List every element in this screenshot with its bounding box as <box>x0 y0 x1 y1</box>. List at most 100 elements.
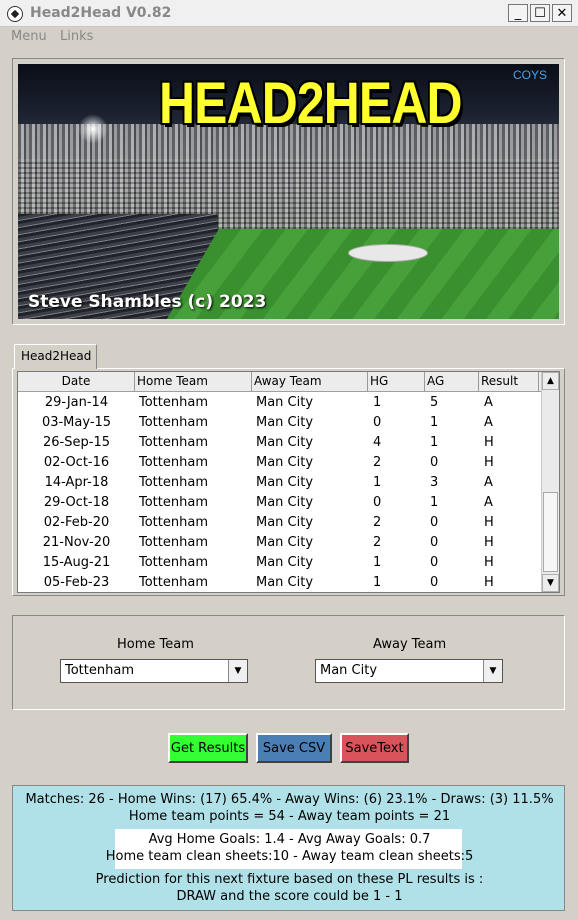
cell-date: 02-Oct-16 <box>43 455 110 470</box>
table-row[interactable]: 02-Oct-16 Tottenham Man City 2 0 H <box>18 453 541 473</box>
cell-result: A <box>484 495 493 510</box>
cell-hg: 4 <box>373 435 382 450</box>
home-team-value: Tottenham <box>65 663 134 678</box>
floodlight <box>78 114 108 144</box>
table-row[interactable]: 29-Jan-14 Tottenham Man City 1 5 A <box>18 393 541 413</box>
cell-away-team: Man City <box>256 395 314 410</box>
table-body: 29-Jan-14 Tottenham Man City 1 5 A 03-May-15 To… <box>18 393 541 593</box>
cell-date: 14-Apr-18 <box>44 475 109 490</box>
close-icon[interactable]: ✕ <box>552 4 572 22</box>
menu-item-menu[interactable]: Menu <box>11 29 47 44</box>
cell-ag: 1 <box>430 415 439 430</box>
cell-hg: 0 <box>373 415 382 430</box>
results-avg-goals: Avg Home Goals: 1.4 - Avg Away Goals: 0.… <box>148 832 431 847</box>
column-header-result[interactable]: Result <box>479 372 539 392</box>
cell-home-team: Tottenham <box>139 575 208 590</box>
banner-frame: HEAD2HEAD COYS Steve Shambles (c) 2023 <box>12 58 565 325</box>
cell-date: 21-Nov-20 <box>42 535 111 550</box>
away-team-label: Away Team <box>373 637 447 652</box>
chevron-down-icon[interactable]: ▼ <box>228 660 247 682</box>
results-panel: Matches: 26 - Home Wins: (17) 65.4% - Aw… <box>12 785 565 911</box>
center-circle-banner <box>348 244 428 262</box>
banner-credit: Steve Shambles (c) 2023 <box>28 292 267 312</box>
cell-away-team: Man City <box>256 435 314 450</box>
column-header-home-team[interactable]: Home Team <box>135 372 252 392</box>
results-summary: Matches: 26 - Home Wins: (17) 65.4% - Aw… <box>25 792 554 807</box>
cell-away-team: Man City <box>256 475 314 490</box>
home-team-label: Home Team <box>117 637 194 652</box>
table-row[interactable]: 15-Aug-21 Tottenham Man City 1 0 H <box>18 553 541 573</box>
cell-home-team: Tottenham <box>139 455 208 470</box>
scroll-down-icon[interactable]: ▼ <box>542 574 559 592</box>
away-team-value: Man City <box>320 663 378 678</box>
cell-ag: 3 <box>430 475 439 490</box>
stadium-banner-image: HEAD2HEAD COYS Steve Shambles (c) 2023 <box>18 64 559 319</box>
cell-date: 15-Aug-21 <box>42 555 111 570</box>
cell-hg: 0 <box>373 495 382 510</box>
cell-hg: 1 <box>373 575 382 590</box>
cell-hg: 1 <box>373 395 382 410</box>
save-text-button[interactable]: SaveText <box>340 733 409 763</box>
save-csv-button[interactable]: Save CSV <box>256 733 332 763</box>
table-row[interactable]: 03-May-15 Tottenham Man City 0 1 A <box>18 413 541 433</box>
away-team-select[interactable]: Man City ▼ <box>315 659 503 683</box>
table-header: Date Home Team Away Team HG AG Result <box>18 372 541 392</box>
vertical-scrollbar[interactable]: ▲ ▼ <box>541 372 559 592</box>
column-header-date[interactable]: Date <box>18 372 135 392</box>
cell-result: H <box>484 515 494 530</box>
cell-away-team: Man City <box>256 535 314 550</box>
column-header-ag[interactable]: AG <box>425 372 479 392</box>
cell-hg: 2 <box>373 535 382 550</box>
cell-home-team: Tottenham <box>139 395 208 410</box>
cell-ag: 0 <box>430 555 439 570</box>
cell-date: 05-Feb-23 <box>43 575 110 590</box>
cell-result: H <box>484 535 494 550</box>
chevron-down-icon[interactable]: ▼ <box>483 660 502 682</box>
table-row[interactable]: 21-Nov-20 Tottenham Man City 2 0 H <box>18 533 541 553</box>
window-title: Head2Head V0.82 <box>30 5 172 21</box>
tab-head2head[interactable]: Head2Head <box>14 344 97 369</box>
cell-hg: 2 <box>373 515 382 530</box>
home-team-select[interactable]: Tottenham ▼ <box>60 659 248 683</box>
cell-hg: 2 <box>373 455 382 470</box>
maximize-icon[interactable]: ☐ <box>530 4 550 22</box>
get-results-button[interactable]: Get Results <box>168 733 248 763</box>
column-header-away-team[interactable]: Away Team <box>252 372 368 392</box>
cell-ag: 0 <box>430 575 439 590</box>
cell-result: H <box>484 455 494 470</box>
prediction-line-2: DRAW and the score could be 1 - 1 <box>176 889 403 904</box>
banner-title: HEAD2HEAD <box>159 71 463 136</box>
table-row[interactable]: 02-Feb-20 Tottenham Man City 2 0 H <box>18 513 541 533</box>
cell-date: 02-Feb-20 <box>43 515 110 530</box>
table-row[interactable]: 14-Apr-18 Tottenham Man City 1 3 A <box>18 473 541 493</box>
table-row[interactable]: 05-Feb-23 Tottenham Man City 1 0 H <box>18 573 541 593</box>
window-controls: _ ☐ ✕ <box>508 4 572 22</box>
cell-home-team: Tottenham <box>139 435 208 450</box>
cell-home-team: Tottenham <box>139 515 208 530</box>
cell-home-team: Tottenham <box>139 555 208 570</box>
football-icon <box>7 6 23 22</box>
cell-ag: 5 <box>430 395 439 410</box>
prediction-line-1: Prediction for this next fixture based o… <box>95 872 484 887</box>
table-row[interactable]: 29-Oct-18 Tottenham Man City 0 1 A <box>18 493 541 513</box>
results-table: Date Home Team Away Team HG AG Result 29… <box>17 371 560 593</box>
cell-ag: 0 <box>430 515 439 530</box>
results-clean-sheets: Home team clean sheets:10 - Away team cl… <box>105 849 474 864</box>
minimize-icon[interactable]: _ <box>508 4 528 22</box>
cell-result: H <box>484 435 494 450</box>
cell-away-team: Man City <box>256 495 314 510</box>
table-row[interactable]: 26-Sep-15 Tottenham Man City 4 1 H <box>18 433 541 453</box>
cell-date: 29-Oct-18 <box>43 495 110 510</box>
cell-away-team: Man City <box>256 555 314 570</box>
cell-result: A <box>484 395 493 410</box>
cell-result: A <box>484 475 493 490</box>
menu-item-links[interactable]: Links <box>60 29 93 44</box>
cell-ag: 1 <box>430 495 439 510</box>
cell-hg: 1 <box>373 555 382 570</box>
cell-result: H <box>484 575 494 590</box>
scroll-up-icon[interactable]: ▲ <box>542 372 559 390</box>
column-header-hg[interactable]: HG <box>368 372 425 392</box>
cell-result: H <box>484 555 494 570</box>
cell-away-team: Man City <box>256 455 314 470</box>
scrollbar-thumb[interactable] <box>543 492 558 572</box>
